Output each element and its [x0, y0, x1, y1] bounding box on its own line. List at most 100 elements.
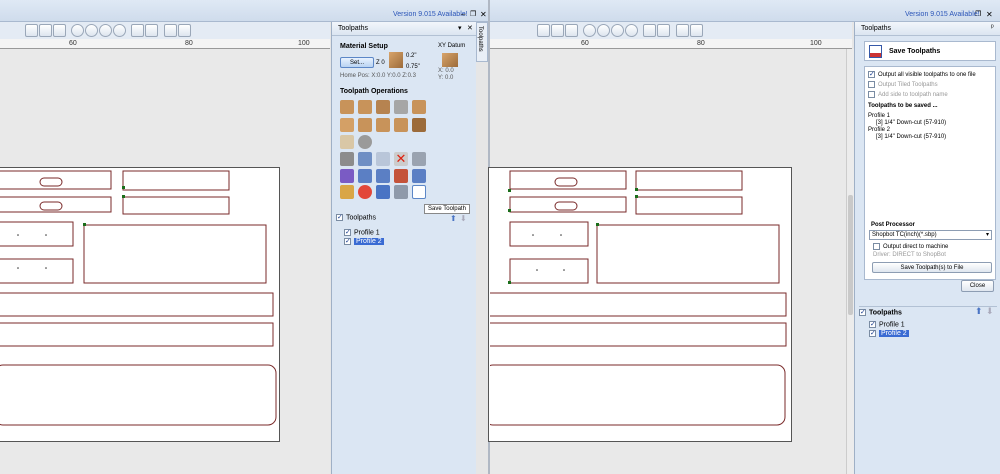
tool-database-icon[interactable]	[340, 185, 354, 199]
toolpath-list-item[interactable]: Profile 1	[869, 321, 905, 328]
material-block-icon	[389, 52, 403, 68]
grid-button[interactable]	[565, 24, 578, 37]
left-restore-icon[interactable]: ❐	[470, 10, 476, 18]
left-close-icon[interactable]: ✕	[480, 10, 487, 19]
zoom-box-button[interactable]	[551, 24, 564, 37]
zoom-out-button[interactable]	[597, 24, 610, 37]
visibility-toolpath-icon[interactable]	[394, 185, 408, 199]
reset-preview-icon[interactable]	[376, 169, 390, 183]
zoom-selected-button[interactable]	[113, 24, 126, 37]
right-toolbar	[490, 22, 852, 39]
panel-pin-icon[interactable]: ᵖ	[991, 24, 994, 31]
layout-3d-button[interactable]	[690, 24, 703, 37]
toolpaths-visible-checkbox[interactable]	[859, 309, 866, 316]
merge-toolpaths-icon[interactable]	[376, 185, 390, 199]
add-side-checkbox[interactable]	[868, 91, 875, 98]
toolpath-list-item[interactable]: Profile 2	[344, 238, 384, 246]
zoom-in-button[interactable]	[583, 24, 596, 37]
zoom-extents-button[interactable]	[611, 24, 624, 37]
toolpath-templates-icon[interactable]	[340, 152, 354, 166]
option-output-direct[interactable]: Output direct to machine	[873, 243, 948, 250]
move-down-button[interactable]: ⬇	[460, 214, 469, 224]
layout-2d-button[interactable]	[676, 24, 689, 37]
ruler-label: 60	[69, 40, 77, 47]
item-checkbox[interactable]	[869, 330, 876, 337]
finishing-toolpath-icon[interactable]	[358, 135, 372, 149]
right-restore-icon[interactable]: ❐	[975, 10, 981, 18]
zoom-box-button[interactable]	[39, 24, 52, 37]
left-side-tab[interactable]: Toolpaths	[476, 22, 488, 62]
toolpath-list-item[interactable]: Profile 2	[869, 330, 909, 338]
toolpath-drawing	[490, 170, 787, 426]
left-version-link[interactable]: Version 9.015 Available!	[393, 11, 468, 18]
profile-toolpath-icon[interactable]	[340, 100, 354, 114]
zoom-selected-button[interactable]	[625, 24, 638, 37]
layout-2d-button[interactable]	[164, 24, 177, 37]
zoom-extents-button[interactable]	[99, 24, 112, 37]
save-toolpath-icon[interactable]	[412, 185, 426, 199]
edit-toolpath-icon[interactable]	[358, 152, 372, 166]
scrollbar-thumb[interactable]	[848, 195, 853, 315]
right-canvas-scrollbar[interactable]	[846, 49, 854, 474]
snap-button[interactable]	[643, 24, 656, 37]
layout-3d-button[interactable]	[178, 24, 191, 37]
toolpath-list-item[interactable]: Profile 1	[344, 229, 380, 236]
measure-button[interactable]	[145, 24, 158, 37]
option-tiled[interactable]: Output Tiled Toolpaths	[868, 81, 938, 88]
move-down-button[interactable]: ⬇	[986, 306, 995, 316]
move-up-button[interactable]: ⬆	[450, 214, 459, 224]
render-icon[interactable]	[412, 169, 426, 183]
prism-toolpath-icon[interactable]	[358, 118, 372, 132]
move-up-button[interactable]: ⬆	[975, 306, 984, 316]
post-processor-select[interactable]: Shopbot TC(inch)(*.sbp) ▾	[869, 230, 992, 240]
moulding-toolpath-icon[interactable]	[394, 118, 408, 132]
quick-engrave-icon[interactable]	[412, 118, 426, 132]
panel-pin-icon[interactable]: ▾	[458, 24, 462, 32]
set-material-button[interactable]: Set...	[340, 57, 374, 68]
output-all-checkbox[interactable]	[868, 71, 875, 78]
tiled-checkbox[interactable]	[868, 81, 875, 88]
close-button[interactable]: Close	[961, 280, 994, 292]
option-add-side[interactable]: Add side to toolpath name	[868, 91, 948, 98]
select-tool-button[interactable]	[537, 24, 550, 37]
preview-all-icon[interactable]	[358, 169, 372, 183]
item-checkbox[interactable]	[869, 321, 876, 328]
item-checkbox[interactable]	[344, 229, 351, 236]
measure-button[interactable]	[657, 24, 670, 37]
item-label: Profile 1	[354, 229, 380, 237]
select-tool-button[interactable]	[25, 24, 38, 37]
texture-toolpath-icon[interactable]	[412, 100, 426, 114]
zoom-in-button[interactable]	[71, 24, 84, 37]
inlay-toolpath-icon[interactable]	[376, 118, 390, 132]
output-direct-checkbox[interactable]	[873, 243, 880, 250]
delete-toolpath-icon[interactable]: ✕	[394, 152, 408, 166]
ruler-label: 80	[697, 40, 705, 47]
right-canvas[interactable]	[488, 49, 846, 474]
preview-selected-icon[interactable]	[394, 169, 408, 183]
right-version-link[interactable]: Version 9.015 Available!	[905, 11, 980, 18]
left-canvas[interactable]	[0, 49, 330, 474]
xy-datum-label: XY Datum	[438, 43, 466, 49]
fluting-toolpath-icon[interactable]	[340, 118, 354, 132]
save-toolpaths-to-file-button[interactable]: Save Toolpath(s) to File	[872, 262, 992, 273]
roughing-toolpath-icon[interactable]	[340, 135, 354, 149]
xy-datum-icon[interactable]	[442, 53, 458, 67]
drilling-toolpath-icon[interactable]	[376, 100, 390, 114]
vcarve-toolpath-icon[interactable]	[394, 100, 408, 114]
material-setup-title: Material Setup	[340, 43, 388, 50]
toolpaths-visible-checkbox[interactable]	[336, 214, 343, 221]
left-minimize-icon[interactable]: –	[461, 10, 465, 19]
ruler-label: 100	[298, 40, 310, 47]
copy-toolpath-icon[interactable]	[376, 152, 390, 166]
item-checkbox[interactable]	[344, 238, 351, 245]
pocket-toolpath-icon[interactable]	[358, 100, 372, 114]
snap-button[interactable]	[131, 24, 144, 37]
zoom-out-button[interactable]	[85, 24, 98, 37]
option-output-all[interactable]: Output all visible toolpaths to one file	[868, 71, 976, 78]
timer-icon[interactable]	[358, 185, 372, 199]
right-close-icon[interactable]: ✕	[986, 10, 993, 19]
panel-close-icon[interactable]: ✕	[467, 24, 473, 32]
grid-button[interactable]	[53, 24, 66, 37]
preview-toolpath-icon[interactable]	[340, 169, 354, 183]
calculator-icon[interactable]	[412, 152, 426, 166]
